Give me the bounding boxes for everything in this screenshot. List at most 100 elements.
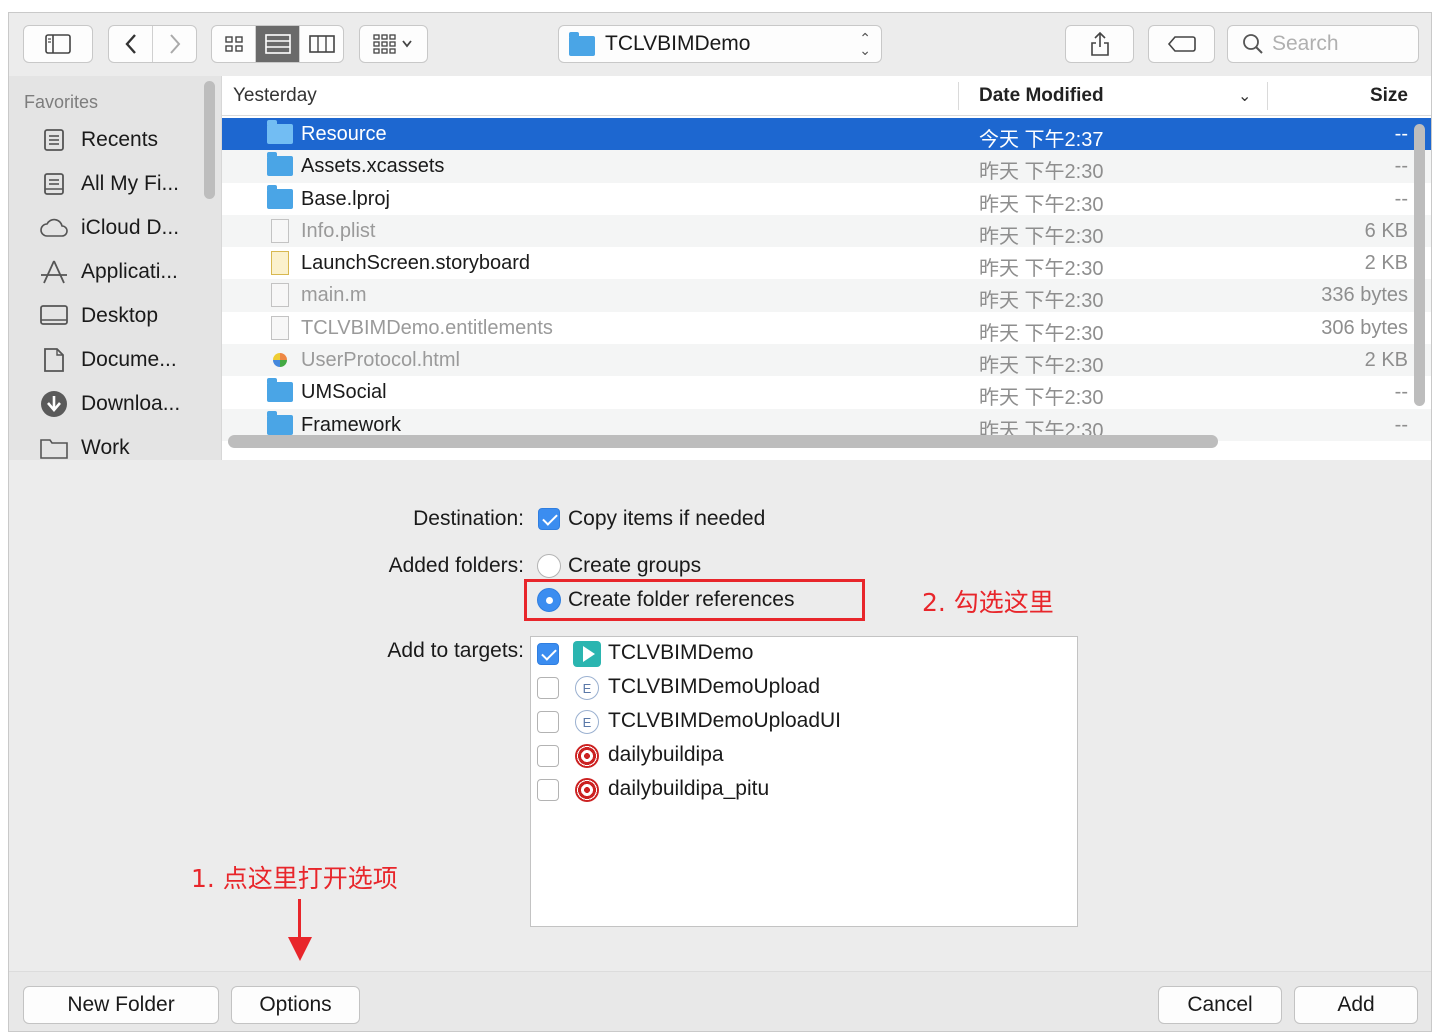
vertical-scrollbar[interactable] <box>1414 124 1425 406</box>
target-checkbox[interactable] <box>537 711 559 733</box>
target-checkbox[interactable] <box>537 643 559 665</box>
arrange-button[interactable] <box>359 25 428 63</box>
create-groups-label[interactable]: Create groups <box>568 554 701 578</box>
sidebar-item-applications[interactable]: Applicati... <box>39 255 178 289</box>
file-name: LaunchScreen.storyboard <box>301 252 531 275</box>
recents-icon <box>39 126 69 154</box>
sidebar-item-recents[interactable]: Recents <box>39 123 158 157</box>
path-popup[interactable]: TCLVBIMDemo ⌃ ⌄ <box>558 25 882 63</box>
table-row[interactable]: LaunchScreen.storyboard 昨天 下午2:30 2 KB <box>222 247 1431 280</box>
folder-icon <box>267 410 293 435</box>
view-list-button[interactable] <box>256 26 300 62</box>
search-field[interactable]: Search <box>1227 25 1419 63</box>
app-icon <box>573 640 601 668</box>
download-icon <box>39 390 69 418</box>
added-folders-label: Added folders: <box>388 554 524 577</box>
list-item[interactable]: dailybuildipa_pitu <box>537 773 1067 807</box>
sort-chevron-down-icon: ⌄ <box>1238 88 1252 105</box>
share-button[interactable] <box>1065 25 1134 63</box>
target-icon <box>573 776 601 804</box>
table-row[interactable]: Assets.xcassets 昨天 下午2:30 -- <box>222 150 1431 184</box>
forward-button[interactable] <box>153 26 196 62</box>
search-icon <box>1243 34 1263 54</box>
column-divider[interactable] <box>958 82 959 110</box>
folder-icon <box>267 184 293 209</box>
list-item[interactable]: E TCLVBIMDemoUploadUI <box>537 705 1067 739</box>
file-name: UMSocial <box>301 381 387 404</box>
file-date: 昨天 下午2:30 <box>979 225 1104 248</box>
target-name: dailybuildipa_pitu <box>608 777 770 800</box>
share-icon <box>1090 31 1109 56</box>
target-name: TCLVBIMDemoUpload <box>608 675 821 698</box>
copy-items-checkbox[interactable] <box>538 508 560 530</box>
annotation-step2: 2. 勾选这里 <box>922 588 1054 617</box>
sidebar-item-desktop[interactable]: Desktop <box>39 299 158 333</box>
sidebar-item-documents[interactable]: Docume... <box>39 343 177 377</box>
sidebar-toggle-button[interactable] <box>23 25 93 63</box>
document-icon <box>271 218 289 243</box>
sidebar-scrollbar[interactable] <box>204 81 215 199</box>
view-columns-button[interactable] <box>300 26 343 62</box>
updown-chevron-icon: ⌃ ⌄ <box>859 30 871 58</box>
table-row[interactable]: UMSocial 昨天 下午2:30 -- <box>222 376 1431 409</box>
toolbar: TCLVBIMDemo ⌃ ⌄ Search <box>9 13 1431 76</box>
chevron-left-icon <box>124 34 136 54</box>
view-icons-button[interactable] <box>212 26 256 62</box>
column-header-date-modified[interactable]: Date Modified <box>979 85 1104 107</box>
sidebar-item-icloud-drive[interactable]: iCloud D... <box>39 211 179 245</box>
sidebar-item-work[interactable]: Work <box>39 431 130 460</box>
column-divider[interactable] <box>1267 82 1268 110</box>
file-size: -- <box>1394 123 1408 145</box>
file-size: 306 bytes <box>1321 316 1408 339</box>
sidebar-item-downloads[interactable]: Downloa... <box>39 387 180 421</box>
cancel-button[interactable]: Cancel <box>1158 986 1282 1024</box>
copy-items-label[interactable]: Copy items if needed <box>568 507 765 531</box>
table-row[interactable]: Resource 今天 下午2:37 -- <box>222 118 1431 151</box>
add-button[interactable]: Add <box>1294 986 1418 1024</box>
target-checkbox[interactable] <box>537 779 559 801</box>
file-date: 昨天 下午2:30 <box>979 193 1104 216</box>
new-folder-button[interactable]: New Folder <box>23 986 219 1024</box>
file-date: 昨天 下午2:30 <box>979 355 1104 378</box>
target-checkbox[interactable] <box>537 677 559 699</box>
column-header-size[interactable]: Size <box>1370 85 1408 107</box>
list-item[interactable]: E TCLVBIMDemoUpload <box>537 671 1067 705</box>
sidebar-item-label: Desktop <box>81 304 159 327</box>
column-header-name[interactable]: Yesterday <box>233 85 317 107</box>
file-name: Resource <box>301 123 387 145</box>
list-item[interactable]: dailybuildipa <box>537 739 1067 773</box>
sidebar-item-all-my-files[interactable]: All My Fi... <box>39 167 179 201</box>
file-size: 336 bytes <box>1321 284 1408 307</box>
create-groups-radio[interactable] <box>537 554 561 578</box>
file-size: -- <box>1394 381 1408 404</box>
file-size: 2 KB <box>1364 349 1408 372</box>
file-list: Yesterday Date Modified ⌄ Size Resource … <box>221 76 1431 460</box>
file-name: Info.plist <box>301 219 376 242</box>
file-size: -- <box>1394 155 1408 178</box>
arrange-icon <box>372 34 412 54</box>
options-button[interactable]: Options <box>231 986 360 1024</box>
list-item[interactable]: TCLVBIMDemo <box>537 637 1067 671</box>
folder-icon <box>39 434 69 460</box>
table-row[interactable]: TCLVBIMDemo.entitlements 昨天 下午2:30 306 b… <box>222 312 1431 345</box>
file-size: 2 KB <box>1364 252 1408 275</box>
table-row[interactable]: UserProtocol.html 昨天 下午2:30 2 KB <box>222 344 1431 378</box>
back-forward-control <box>108 25 197 63</box>
table-row[interactable]: Base.lproj 昨天 下午2:30 -- <box>222 183 1431 216</box>
file-date: 今天 下午2:37 <box>979 129 1104 151</box>
table-row[interactable]: main.m 昨天 下午2:30 336 bytes <box>222 279 1431 312</box>
sidebar-toggle-icon <box>45 34 71 54</box>
file-date: 昨天 下午2:30 <box>979 161 1104 184</box>
columns-icon <box>308 35 335 53</box>
back-button[interactable] <box>109 26 153 62</box>
folder-icon <box>267 120 293 144</box>
target-checkbox[interactable] <box>537 745 559 767</box>
tag-button[interactable] <box>1148 25 1215 63</box>
sidebar-item-label: iCloud D... <box>81 216 180 239</box>
folder-icon <box>267 378 293 403</box>
destination-label: Destination: <box>413 507 524 530</box>
cloud-icon <box>39 214 69 242</box>
table-row[interactable]: Info.plist 昨天 下午2:30 6 KB <box>222 214 1431 248</box>
storyboard-icon <box>271 251 289 276</box>
horizontal-scrollbar[interactable] <box>228 435 1218 448</box>
